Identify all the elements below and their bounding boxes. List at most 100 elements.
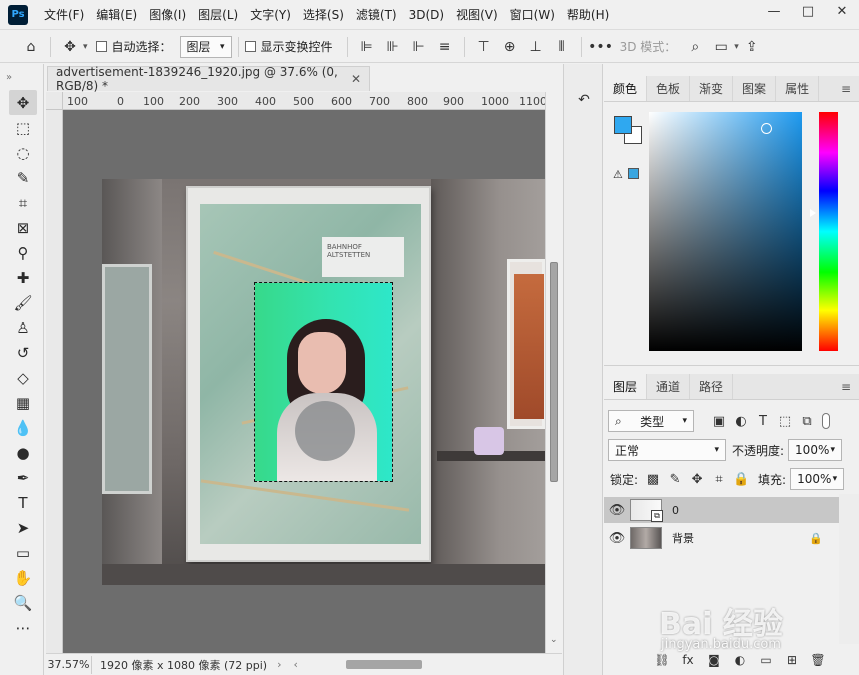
marquee-tool-icon[interactable]: ⬚ bbox=[9, 115, 37, 140]
pen-tool-icon[interactable]: ✒ bbox=[9, 465, 37, 490]
horizontal-ruler[interactable]: 100 0 100 200 300 400 500 600 700 800 90… bbox=[63, 92, 545, 110]
close-icon[interactable]: ✕ bbox=[351, 72, 361, 86]
tab-gradients[interactable]: 渐变 bbox=[690, 76, 734, 101]
collapse-icon[interactable]: » bbox=[0, 64, 43, 90]
home-icon[interactable]: ⌂ bbox=[18, 34, 44, 60]
more-options-button[interactable]: ••• bbox=[588, 34, 614, 60]
crop-tool-icon[interactable]: ⌗ bbox=[9, 190, 37, 215]
lock-transparent-icon[interactable]: ▩ bbox=[642, 468, 664, 490]
history-panel-icon[interactable]: ↶ bbox=[569, 86, 599, 114]
layer-0-selection[interactable] bbox=[254, 282, 393, 482]
dodge-tool-icon[interactable]: ● bbox=[9, 440, 37, 465]
scroll-thumb[interactable] bbox=[550, 262, 558, 482]
opacity-field[interactable]: 100% ▾ bbox=[788, 439, 843, 461]
vertical-scrollbar[interactable]: ⌄ bbox=[545, 92, 562, 653]
lock-image-icon[interactable]: ✎ bbox=[664, 468, 686, 490]
clone-stamp-tool-icon[interactable]: ♙ bbox=[9, 315, 37, 340]
menu-3d[interactable]: 3D(D) bbox=[403, 0, 450, 30]
share-icon[interactable]: ⇪ bbox=[739, 34, 765, 60]
web-safe-color-swatch[interactable] bbox=[628, 168, 639, 179]
chevron-right-icon[interactable]: › bbox=[277, 658, 281, 671]
tab-properties[interactable]: 属性 bbox=[776, 76, 820, 101]
filter-pixel-icon[interactable]: ▣ bbox=[708, 410, 730, 432]
zoom-level[interactable]: 37.57% bbox=[46, 655, 92, 674]
menu-select[interactable]: 选择(S) bbox=[297, 0, 350, 30]
menu-edit[interactable]: 编辑(E) bbox=[90, 0, 143, 30]
vertical-ruler[interactable] bbox=[46, 110, 63, 653]
blur-tool-icon[interactable]: 💧 bbox=[9, 415, 37, 440]
gradient-tool-icon[interactable]: ▦ bbox=[9, 390, 37, 415]
align-right-icon[interactable]: ⊩ bbox=[406, 34, 432, 60]
menu-file[interactable]: 文件(F) bbox=[38, 0, 90, 30]
foreground-color-swatch[interactable] bbox=[614, 116, 632, 134]
tab-color[interactable]: 颜色 bbox=[604, 76, 648, 101]
hue-slider[interactable] bbox=[819, 112, 838, 351]
tab-channels[interactable]: 通道 bbox=[647, 374, 691, 399]
hue-slider-marker[interactable] bbox=[810, 209, 816, 217]
lasso-tool-icon[interactable]: ◌ bbox=[9, 140, 37, 165]
maximize-button[interactable]: □ bbox=[791, 0, 825, 22]
chevron-left-icon[interactable]: ‹ bbox=[294, 658, 298, 671]
zoom-tool-icon[interactable]: 🔍 bbox=[9, 590, 37, 615]
panel-menu-icon[interactable]: ≡ bbox=[841, 380, 851, 394]
filter-type-icon[interactable]: T bbox=[752, 410, 774, 432]
scroll-down-icon[interactable]: ⌄ bbox=[550, 635, 558, 645]
hand-tool-icon[interactable]: ✋ bbox=[9, 565, 37, 590]
align-bottom-icon[interactable]: ⊥ bbox=[523, 34, 549, 60]
frame-tool-icon[interactable]: ⊠ bbox=[9, 215, 37, 240]
distribute-vertical-icon[interactable]: ⦀ bbox=[549, 34, 575, 60]
panel-menu-icon[interactable]: ≡ bbox=[841, 82, 851, 96]
move-tool-icon[interactable]: ✥ bbox=[57, 34, 83, 60]
menu-view[interactable]: 视图(V) bbox=[450, 0, 504, 30]
rectangle-tool-icon[interactable]: ▭ bbox=[9, 540, 37, 565]
align-left-icon[interactable]: ⊫ bbox=[354, 34, 380, 60]
minimize-button[interactable]: — bbox=[757, 0, 791, 22]
chevron-down-icon[interactable]: ▾ bbox=[83, 42, 88, 52]
menu-filter[interactable]: 滤镜(T) bbox=[350, 0, 403, 30]
align-center-icon[interactable]: ⊪ bbox=[380, 34, 406, 60]
brush-tool-icon[interactable]: 🖌 bbox=[9, 290, 37, 315]
horizontal-scroll-thumb[interactable] bbox=[346, 660, 422, 669]
layer-name[interactable]: 0 bbox=[672, 504, 679, 517]
layer-row[interactable]: 👁 背景 🔒 bbox=[604, 525, 839, 551]
quick-select-tool-icon[interactable]: ✎ bbox=[9, 165, 37, 190]
document-tab[interactable]: advertisement-1839246_1920.jpg @ 37.6% (… bbox=[47, 65, 370, 93]
filter-adjustment-icon[interactable]: ◐ bbox=[730, 410, 752, 432]
layer-filter-dropdown[interactable]: ⌕ 类型 ▾ bbox=[608, 410, 694, 432]
filter-toggle[interactable] bbox=[822, 413, 830, 429]
tab-swatches[interactable]: 色板 bbox=[647, 76, 691, 101]
eye-icon[interactable]: 👁 bbox=[604, 503, 630, 518]
auto-select-target-dropdown[interactable]: 图层 ▾ bbox=[179, 35, 232, 58]
history-brush-tool-icon[interactable]: ↺ bbox=[9, 340, 37, 365]
menu-window[interactable]: 窗口(W) bbox=[504, 0, 561, 30]
lock-position-icon[interactable]: ✥ bbox=[686, 468, 708, 490]
menu-image[interactable]: 图像(I) bbox=[143, 0, 192, 30]
eyedropper-tool-icon[interactable]: ⚲ bbox=[9, 240, 37, 265]
tab-patterns[interactable]: 图案 bbox=[733, 76, 777, 101]
path-select-tool-icon[interactable]: ➤ bbox=[9, 515, 37, 540]
eraser-tool-icon[interactable]: ◇ bbox=[9, 365, 37, 390]
healing-brush-tool-icon[interactable]: ✚ bbox=[9, 265, 37, 290]
auto-select-checkbox[interactable] bbox=[95, 41, 107, 52]
color-field[interactable] bbox=[649, 112, 802, 351]
menu-type[interactable]: 文字(Y) bbox=[244, 0, 297, 30]
distribute-horizontal-icon[interactable]: ≡ bbox=[432, 34, 458, 60]
fill-field[interactable]: 100% ▾ bbox=[790, 468, 845, 490]
tab-paths[interactable]: 路径 bbox=[690, 374, 734, 399]
color-picker-cursor[interactable] bbox=[761, 123, 772, 134]
lock-artboard-icon[interactable]: ⌗ bbox=[708, 468, 730, 490]
move-tool-icon[interactable]: ✥ bbox=[9, 90, 37, 115]
align-top-icon[interactable]: ⊤ bbox=[471, 34, 497, 60]
eye-icon[interactable]: 👁 bbox=[604, 531, 630, 546]
layer-name[interactable]: 背景 bbox=[672, 530, 694, 546]
tab-layers[interactable]: 图层 bbox=[604, 374, 648, 399]
filter-smart-object-icon[interactable]: ⧉ bbox=[796, 410, 818, 432]
search-icon[interactable]: ⌕ bbox=[682, 34, 708, 60]
align-middle-icon[interactable]: ⊕ bbox=[497, 34, 523, 60]
lock-all-icon[interactable]: 🔒 bbox=[730, 468, 752, 490]
blend-mode-dropdown[interactable]: 正常 ▾ bbox=[608, 439, 726, 461]
layer-row[interactable]: 👁 ⧉ 0 bbox=[604, 497, 839, 523]
workspace-icon[interactable]: ▭ bbox=[708, 34, 734, 60]
more-tools-icon[interactable]: ⋯ bbox=[9, 615, 37, 640]
menu-layer[interactable]: 图层(L) bbox=[192, 0, 244, 30]
